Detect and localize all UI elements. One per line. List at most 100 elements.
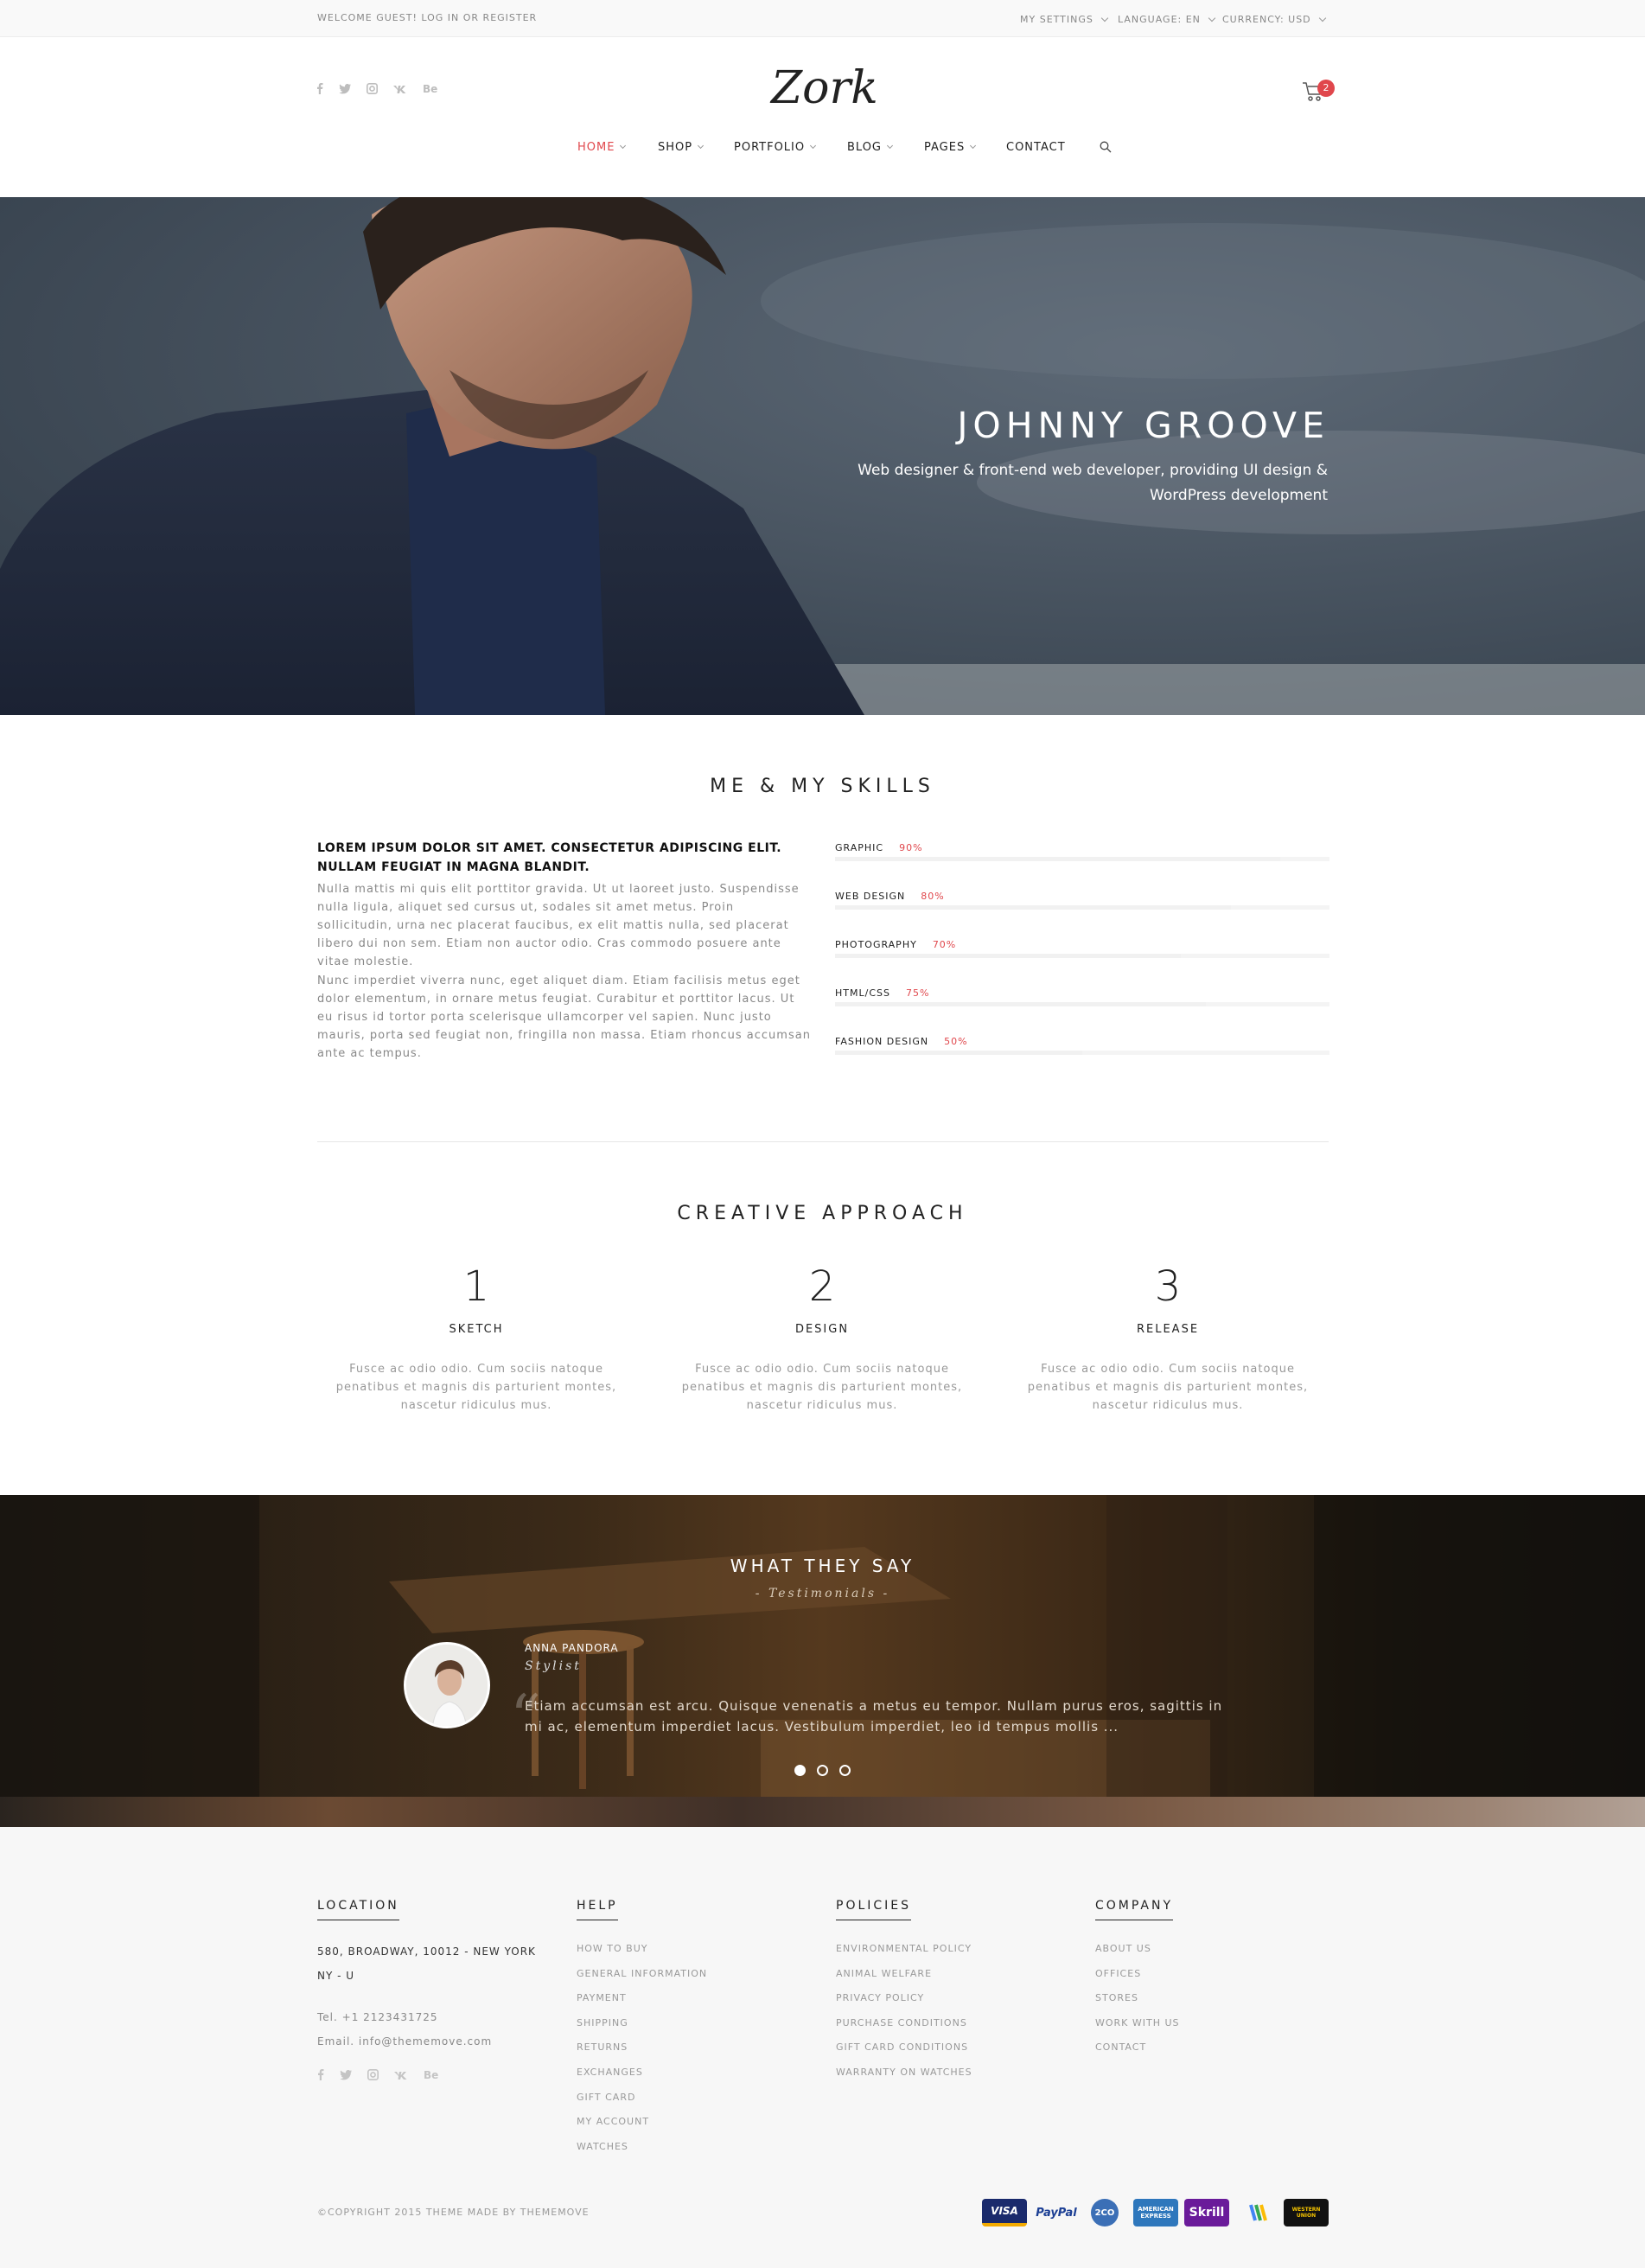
footer-link[interactable]: OFFICES <box>1095 1968 1180 1993</box>
skill-percent: 90% <box>899 842 923 853</box>
skills-intro-heading: LOREM IPSUM DOLOR SIT AMET. CONSECTETUR … <box>317 841 782 874</box>
language-dropdown[interactable]: LANGUAGE: EN <box>1118 14 1216 25</box>
step-text: Fusce ac odio odio. Cum sociis natoque p… <box>335 1363 617 1412</box>
site-logo[interactable]: Zorka <box>769 55 905 116</box>
skill-label: HTML/CSS <box>835 987 890 999</box>
nav-pages[interactable]: PAGES <box>924 141 977 154</box>
skill-fill <box>835 905 1231 910</box>
facebook-icon[interactable] <box>317 2069 324 2080</box>
footer-link[interactable]: WORK WITH US <box>1095 2017 1180 2042</box>
western-union-icon: WESTERN UNION <box>1284 2199 1329 2226</box>
cart-button[interactable]: 2 <box>1302 80 1335 105</box>
skill-track <box>835 1051 1329 1055</box>
nav-portfolio[interactable]: PORTFOLIO <box>734 141 817 154</box>
footer-link[interactable]: PRIVACY POLICY <box>836 1992 972 2017</box>
skill-label: PHOTOGRAPHY <box>835 939 917 950</box>
step-number: 2 <box>808 1262 836 1311</box>
step-number: 3 <box>1154 1262 1182 1311</box>
footer-link[interactable]: MY ACCOUNT <box>577 2116 707 2141</box>
my-settings-dropdown[interactable]: MY SETTINGS <box>1020 14 1109 25</box>
testimonials-section: WHAT THEY SAY - Testimonials - “ ANNA PA… <box>0 1495 1645 1827</box>
footer-help-links: HOW TO BUY GENERAL INFORMATION PAYMENT S… <box>577 1943 707 2165</box>
slider-dot[interactable] <box>817 1765 828 1776</box>
slider-dot[interactable] <box>794 1765 806 1776</box>
copyright: ©COPYRIGHT 2015 THEME MADE BY THEMEMOVE <box>317 2207 590 2218</box>
slider-dot[interactable] <box>839 1765 851 1776</box>
footer-link[interactable]: GENERAL INFORMATION <box>577 1968 707 1993</box>
footer-heading: COMPANY <box>1095 1899 1174 1920</box>
cart-count-badge: 2 <box>1317 80 1335 97</box>
skill-label: GRAPHIC <box>835 842 884 853</box>
header-social-links: Be <box>316 83 437 94</box>
twitter-icon[interactable] <box>340 2069 352 2080</box>
skill-track <box>835 857 1329 861</box>
nav-contact-label: CONTACT <box>1006 140 1066 154</box>
footer-link[interactable]: PURCHASE CONDITIONS <box>836 2017 972 2042</box>
svg-text:Zorka: Zorka <box>769 62 877 112</box>
step-text: Fusce ac odio odio. Cum sociis natoque p… <box>1027 1363 1309 1412</box>
footer-policies-links: ENVIRONMENTAL POLICY ANIMAL WELFARE PRIV… <box>836 1943 972 2092</box>
instagram-icon[interactable] <box>367 83 378 94</box>
skills-section-title: ME & MY SKILLS <box>710 776 935 797</box>
footer-link[interactable]: CONTACT <box>1095 2041 1180 2067</box>
nav-shop[interactable]: SHOP <box>658 141 705 154</box>
2co-icon: 2CO <box>1091 2199 1119 2226</box>
footer-link[interactable]: HOW TO BUY <box>577 1943 707 1968</box>
vk-icon[interactable] <box>394 2071 408 2080</box>
visa-icon: VISA <box>982 2199 1027 2226</box>
skill-fill <box>835 954 1182 958</box>
footer-link[interactable]: ABOUT US <box>1095 1943 1180 1968</box>
step-title: RELEASE <box>1136 1323 1200 1336</box>
my-settings-label: MY SETTINGS <box>1020 14 1093 25</box>
instagram-icon[interactable] <box>367 2069 379 2080</box>
behance-icon[interactable]: Be <box>423 84 437 93</box>
nav-blog[interactable]: BLOG <box>847 141 894 154</box>
footer-link[interactable]: GIFT CARD CONDITIONS <box>836 2041 972 2067</box>
footer-link[interactable]: SHIPPING <box>577 2017 707 2042</box>
footer-link[interactable]: GIFT CARD <box>577 2092 707 2117</box>
nav-home[interactable]: HOME <box>577 140 627 154</box>
chevron-down-icon <box>970 142 977 149</box>
skill-label: WEB DESIGN <box>835 891 906 902</box>
chevron-down-icon <box>698 142 705 149</box>
skill-fill <box>835 857 1280 861</box>
footer-link[interactable]: ENVIRONMENTAL POLICY <box>836 1943 972 1968</box>
footer: LOCATION 580, BROADWAY, 10012 - NEW YORK… <box>0 1827 1645 2268</box>
skill-percent: 75% <box>905 987 930 999</box>
footer-link[interactable]: WARRANTY ON WATCHES <box>836 2067 972 2092</box>
step-title: DESIGN <box>794 1323 850 1336</box>
skill-percent: 50% <box>944 1036 968 1047</box>
footer-phone: Tel. +1 2123431725 <box>317 2011 438 2023</box>
skill-track <box>835 1002 1329 1006</box>
nav-home-label: HOME <box>577 140 615 154</box>
footer-link[interactable]: STORES <box>1095 1992 1180 2017</box>
behance-icon[interactable]: Be <box>424 2070 438 2080</box>
footer-link[interactable]: PAYMENT <box>577 1992 707 2017</box>
footer-link[interactable]: ANIMAL WELFARE <box>836 1968 972 1993</box>
welcome-login-link[interactable]: WELCOME GUEST! LOG IN OR REGISTER <box>317 12 537 23</box>
svg-text:Be: Be <box>423 84 437 93</box>
chevron-down-icon <box>620 142 627 149</box>
nav-contact[interactable]: CONTACT <box>1006 141 1066 154</box>
footer-link[interactable]: EXCHANGES <box>577 2067 707 2092</box>
paypal-icon: PayPal <box>1036 2206 1077 2220</box>
currency-dropdown[interactable]: CURRENCY: USD <box>1222 14 1326 25</box>
nav-search-button[interactable] <box>1100 141 1112 153</box>
footer-link[interactable]: WATCHES <box>577 2141 707 2166</box>
facebook-icon[interactable] <box>316 83 323 94</box>
amex-icon: AMERICAN EXPRESS <box>1133 2199 1178 2226</box>
footer-link[interactable]: RETURNS <box>577 2041 707 2067</box>
testimonials-background-image <box>0 1495 1645 1827</box>
testimonial-author: ANNA PANDORA <box>525 1642 619 1654</box>
skill-bar: WEB DESIGN 80% <box>835 886 1329 910</box>
footer-heading: HELP <box>577 1899 618 1920</box>
approach-step: 3 RELEASE Fusce ac odio odio. Cum sociis… <box>1025 1262 1310 1415</box>
twitter-icon[interactable] <box>339 83 351 94</box>
hero-subtitle: Web designer & front-end web developer, … <box>858 462 1328 504</box>
skill-percent: 80% <box>921 891 945 902</box>
hero-portrait-image <box>0 197 1645 715</box>
skill-bar: HTML/CSS 75% <box>835 983 1329 1006</box>
step-title: SKETCH <box>449 1323 504 1336</box>
vk-icon[interactable] <box>393 85 407 93</box>
skill-fill <box>835 1051 1082 1055</box>
